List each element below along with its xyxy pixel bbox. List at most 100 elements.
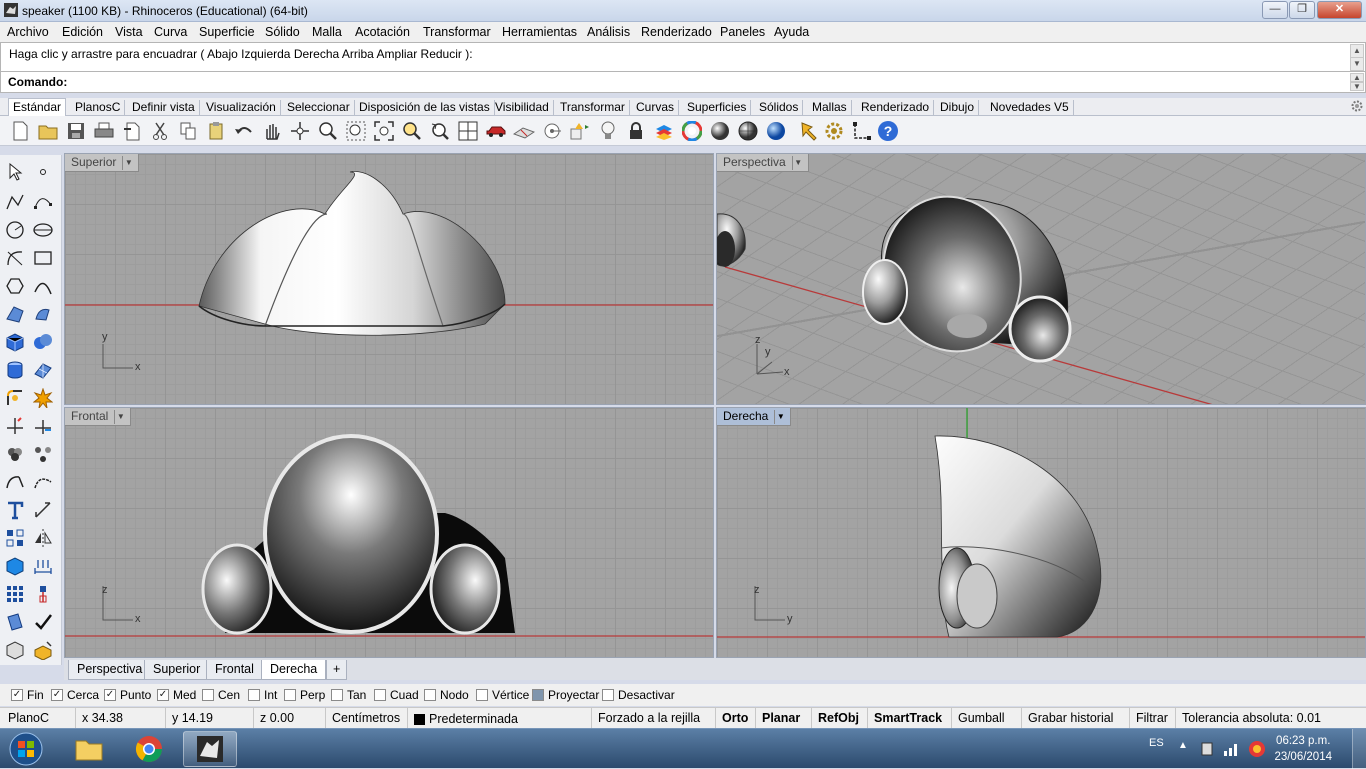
checkbox-empty-icon[interactable]	[248, 689, 260, 701]
zoom-extents-icon[interactable]	[373, 120, 395, 142]
analyze-edges-icon[interactable]	[2, 609, 28, 635]
viewport-derecha[interactable]: z y Derecha ▼	[716, 407, 1366, 658]
cmd-scroll-up-button[interactable]: ▲	[1350, 73, 1364, 82]
tab-dibujo[interactable]: Dibujo	[936, 100, 980, 116]
polygon-icon[interactable]	[2, 273, 28, 299]
options-gear-icon[interactable]	[823, 120, 845, 142]
checkbox-empty-icon[interactable]	[284, 689, 296, 701]
tray-language[interactable]: ES	[1149, 737, 1164, 749]
paste-icon[interactable]	[205, 120, 227, 142]
zoom-selected-icon[interactable]	[401, 120, 423, 142]
close-button[interactable]: ✕	[1317, 1, 1362, 19]
trim-icon[interactable]	[2, 413, 28, 439]
osnap-cuad[interactable]: Cuad	[374, 688, 419, 702]
status-filter[interactable]: Filtrar	[1130, 708, 1176, 730]
menu-vista[interactable]: Vista	[115, 25, 143, 39]
taskbar-clock[interactable]: 06:23 p.m. 23/06/2014	[1274, 733, 1332, 765]
checkbox-checked-icon[interactable]: ✓	[11, 689, 23, 701]
status-osnap[interactable]: RefObj	[812, 708, 868, 730]
checkbox-checked-icon[interactable]: ✓	[104, 689, 116, 701]
tray-antivirus-icon[interactable]	[1248, 740, 1266, 758]
checkbox-empty-icon[interactable]	[424, 689, 436, 701]
import-icon[interactable]	[121, 120, 143, 142]
tab-superficies[interactable]: Superficies	[683, 100, 752, 116]
status-gumball[interactable]: Gumball	[952, 708, 1022, 730]
checkbox-empty-icon[interactable]	[374, 689, 386, 701]
tab-transformar[interactable]: Transformar	[556, 100, 630, 116]
status-layer[interactable]: Predeterminada	[408, 708, 592, 730]
new-file-icon[interactable]	[9, 120, 31, 142]
osnap-nodo[interactable]: Nodo	[424, 688, 469, 702]
viewport-title-perspectiva[interactable]: Perspectiva ▼	[717, 154, 809, 172]
mesh-plane-icon[interactable]	[30, 357, 56, 383]
checkbox-empty-icon[interactable]	[331, 689, 343, 701]
tab-visibilidad[interactable]: Visibilidad	[491, 100, 554, 116]
cmd-scroll-down-button[interactable]: ▼	[1350, 82, 1364, 91]
tray-show-hidden-icon[interactable]: ▲	[1178, 740, 1188, 751]
osnap-tan[interactable]: Tan	[331, 688, 366, 702]
tray-network-icon[interactable]	[1223, 741, 1239, 757]
menu-herramientas[interactable]: Herramientas	[502, 25, 577, 39]
viewport-tab-derecha[interactable]: Derecha	[261, 660, 327, 680]
zoom-dynamic-icon[interactable]	[317, 120, 339, 142]
tray-device-icon[interactable]	[1200, 741, 1214, 757]
rotate-view-icon[interactable]	[289, 120, 311, 142]
menu-transformar[interactable]: Transformar	[423, 25, 491, 39]
checkbox-empty-icon[interactable]	[602, 689, 614, 701]
snap-target-icon[interactable]	[541, 120, 563, 142]
status-cplane[interactable]: PlanoC	[2, 708, 76, 730]
freeform-curve-icon[interactable]	[30, 273, 56, 299]
viewport-title-superior[interactable]: Superior ▼	[65, 154, 140, 172]
menu-edicion[interactable]: Edición	[62, 25, 103, 39]
menu-analisis[interactable]: Análisis	[587, 25, 630, 39]
cut-icon[interactable]	[149, 120, 171, 142]
layers-book-icon[interactable]	[653, 120, 675, 142]
save-icon[interactable]	[65, 120, 87, 142]
dimension-linear-icon[interactable]	[30, 553, 56, 579]
help-icon[interactable]: ?	[877, 120, 899, 142]
copy-icon[interactable]	[177, 120, 199, 142]
taskbar-explorer[interactable]	[62, 731, 116, 767]
align-icon[interactable]	[30, 581, 56, 607]
curve-control-points-icon[interactable]	[30, 189, 56, 215]
print-icon[interactable]	[93, 120, 115, 142]
viewport-title-derecha[interactable]: Derecha ▼	[717, 408, 792, 426]
surface-corner-points-icon[interactable]	[2, 301, 28, 327]
checkbox-empty-icon[interactable]	[476, 689, 488, 701]
select-filter-icon[interactable]	[569, 120, 591, 142]
extrude-curve-icon[interactable]	[30, 301, 56, 327]
circle-icon[interactable]	[2, 217, 28, 243]
menu-paneles[interactable]: Paneles	[720, 25, 765, 39]
viewport-tab-frontal[interactable]: Frontal	[206, 660, 263, 680]
point-icon[interactable]	[30, 159, 56, 185]
checkbox-empty-icon[interactable]	[202, 689, 214, 701]
properties-icon[interactable]	[799, 120, 821, 142]
shaded-sphere-icon[interactable]	[709, 120, 731, 142]
menu-solido[interactable]: Sólido	[265, 25, 300, 39]
menu-archivo[interactable]: Archivo	[7, 25, 49, 39]
named-cplanes-icon[interactable]	[513, 120, 535, 142]
show-desktop-button[interactable]	[1352, 729, 1366, 769]
undo-view-icon[interactable]	[429, 120, 451, 142]
menu-acotacion[interactable]: Acotación	[355, 25, 410, 39]
viewport-frontal[interactable]: z x Frontal ▼	[64, 407, 714, 658]
osnap-med[interactable]: ✓ Med	[157, 688, 196, 702]
grid-array-icon[interactable]	[2, 581, 28, 607]
undo-icon[interactable]	[233, 120, 255, 142]
menu-renderizado[interactable]: Renderizado	[641, 25, 712, 39]
box-solid-icon[interactable]	[2, 329, 28, 355]
taskbar-chrome[interactable]	[122, 731, 176, 767]
tab-novedades-v5[interactable]: Novedades V5	[986, 100, 1074, 116]
tab-disposicion-vistas[interactable]: Disposición de las vistas	[355, 100, 495, 116]
gumball-icon[interactable]	[851, 120, 873, 142]
chevron-down-icon[interactable]: ▼	[122, 155, 134, 170]
osnap-fin[interactable]: ✓ Fin	[11, 688, 44, 702]
ellipse-icon[interactable]	[30, 217, 56, 243]
tab-visualizacion[interactable]: Visualización	[202, 100, 281, 116]
viewport-title-frontal[interactable]: Frontal ▼	[65, 408, 132, 426]
taskbar-rhino[interactable]	[183, 731, 237, 767]
status-ortho[interactable]: Orto	[716, 708, 756, 730]
named-views-car-icon[interactable]	[485, 120, 507, 142]
chevron-down-icon[interactable]: ▼	[791, 155, 804, 170]
tab-estandar[interactable]: Estándar	[8, 98, 67, 116]
